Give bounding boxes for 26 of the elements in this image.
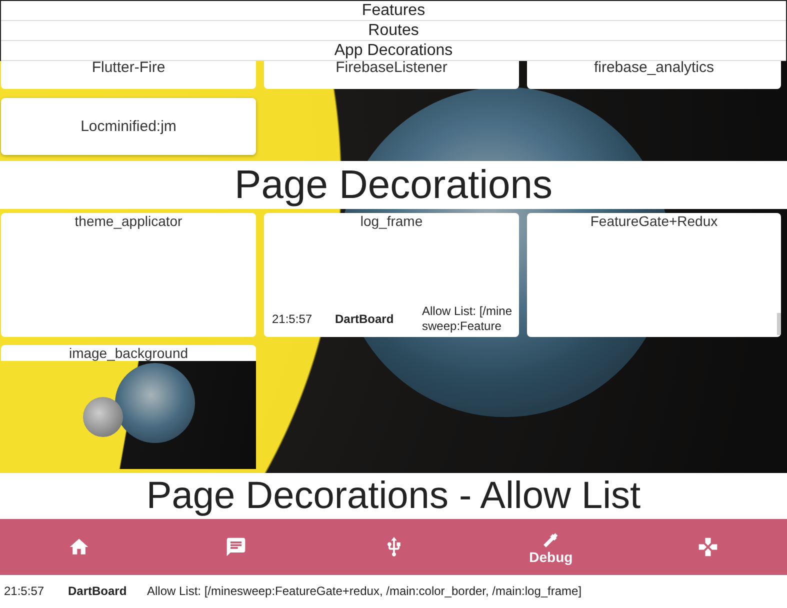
- section-heading: Page Decorations: [0, 161, 787, 209]
- scrollbar: [777, 313, 781, 335]
- nav-item[interactable]: Debug: [472, 519, 630, 575]
- decoration-card[interactable]: log_frame 21:5:57 DartBoard Allow List: [/minesweep:Feature: [264, 213, 519, 337]
- log-time: 21:5:57: [4, 584, 46, 598]
- decoration-card[interactable]: Flutter-Fire: [1, 61, 256, 89]
- card-title: log_frame: [359, 213, 424, 229]
- card-title: FeatureGate+Redux: [589, 213, 719, 229]
- decoration-card[interactable]: Locminified:jm: [1, 98, 256, 155]
- section-header[interactable]: Features: [1, 1, 786, 21]
- card-title: theme_applicator: [74, 213, 184, 229]
- chat-icon: [225, 536, 248, 558]
- log-time: 21:5:57: [272, 312, 314, 326]
- decoration-card[interactable]: FeatureGate+Redux: [527, 213, 781, 337]
- decoration-card[interactable]: firebase_analytics: [527, 61, 781, 89]
- decoration-card[interactable]: image_background: [1, 345, 256, 469]
- log-message: Allow List: [/minesweep:Feature: [422, 304, 514, 334]
- decoration-card[interactable]: theme_applicator: [1, 213, 256, 337]
- gamepad-icon: [697, 536, 720, 558]
- log-message: Allow List: [/minesweep:FeatureGate+redux, /main:color_border, /main:log_frame]: [147, 584, 582, 598]
- log-source: DartBoard: [68, 584, 128, 598]
- section-header[interactable]: App Decorations: [1, 41, 786, 61]
- section-header[interactable]: Routes: [1, 21, 786, 41]
- card-title: image_background: [68, 345, 190, 361]
- log-source: DartBoard: [335, 312, 395, 326]
- decoration-card[interactable]: FirebaseListener: [264, 61, 519, 89]
